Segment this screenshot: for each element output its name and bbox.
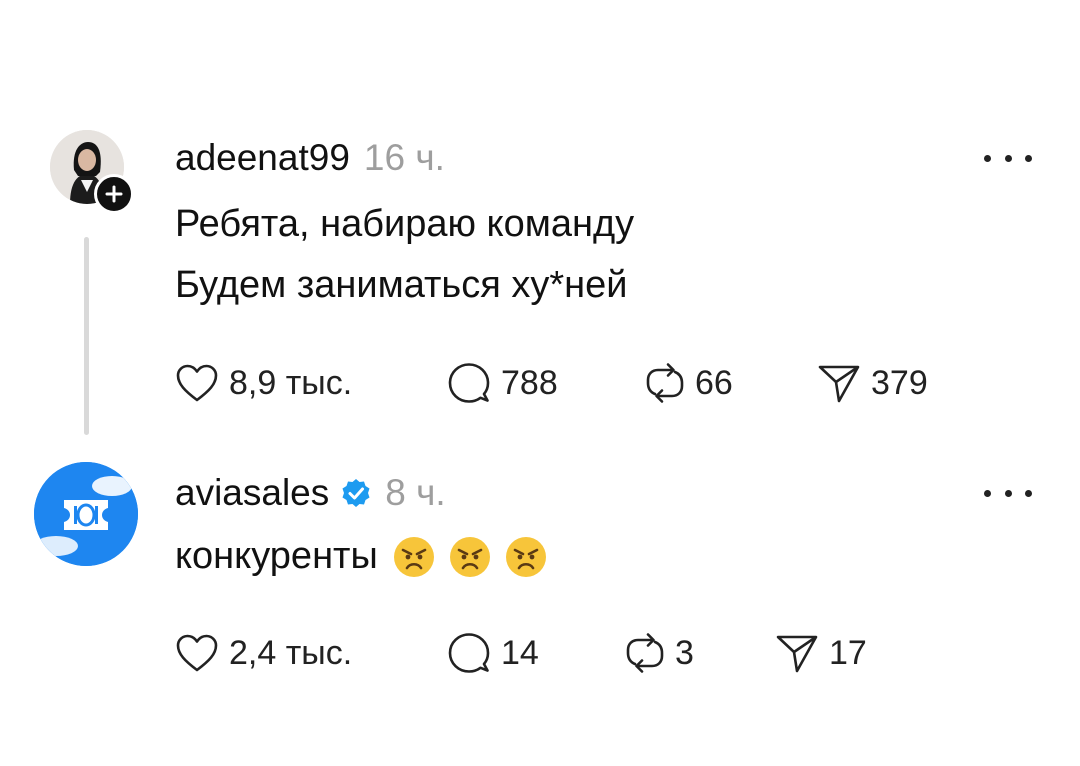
- comment-button[interactable]: 14: [447, 628, 539, 678]
- post-text-body: конкуренты: [175, 535, 378, 577]
- comment-count: 788: [501, 363, 558, 402]
- post-text: конкуренты: [175, 526, 560, 587]
- share-button[interactable]: 379: [817, 358, 928, 408]
- angry-face-icon: [505, 536, 546, 577]
- avatar[interactable]: [34, 462, 138, 566]
- more-options-button[interactable]: [984, 148, 1032, 168]
- heart-icon: [176, 364, 218, 402]
- like-button[interactable]: 8,9 тыс.: [175, 358, 352, 408]
- username[interactable]: aviasales: [175, 472, 329, 514]
- username[interactable]: adeenat99: [175, 137, 350, 179]
- send-icon: [818, 365, 860, 403]
- ticket-logo-icon: [34, 462, 138, 566]
- repost-button[interactable]: 66: [645, 358, 733, 408]
- share-button[interactable]: 17: [775, 628, 867, 678]
- post-actions: 8,9 тыс. 788 66 379: [175, 358, 975, 408]
- repost-count: 66: [695, 363, 733, 402]
- send-icon: [776, 635, 818, 673]
- repost-count: 3: [675, 633, 694, 672]
- like-count: 2,4 тыс.: [229, 633, 353, 672]
- more-dot-icon: [1004, 489, 1012, 497]
- like-count: 8,9 тыс.: [229, 363, 353, 402]
- more-dot-icon: [1025, 154, 1032, 162]
- repost-icon: [626, 633, 664, 673]
- repost-icon: [646, 363, 684, 403]
- verified-badge-icon: [341, 478, 371, 508]
- angry-face-icon: [393, 536, 434, 577]
- post-text: Ребята, набираю команду Будем заниматься…: [175, 203, 635, 306]
- share-count: 17: [829, 633, 867, 672]
- angry-face-icon: [449, 536, 490, 577]
- like-button[interactable]: 2,4 тыс.: [175, 628, 352, 678]
- follow-button[interactable]: [94, 174, 134, 214]
- comment-button[interactable]: 788: [447, 358, 558, 408]
- thread-line: [84, 237, 89, 435]
- timestamp: 16 ч.: [363, 137, 445, 178]
- repost-button[interactable]: 3: [625, 628, 694, 678]
- comment-count: 14: [501, 633, 539, 672]
- post-header: adeenat99 16 ч.: [175, 133, 445, 183]
- more-dot-icon: [984, 489, 991, 497]
- share-count: 379: [871, 363, 928, 402]
- comment-bubble-icon: [448, 633, 490, 673]
- post-actions: 2,4 тыс. 14 3 17: [175, 628, 975, 678]
- post-aviasales: aviasales 8 ч. конкуренты 2,4 тыс. 14 3 …: [0, 462, 1080, 722]
- emoji-row: [392, 535, 560, 579]
- comment-bubble-icon: [448, 363, 490, 403]
- more-dot-icon: [1025, 489, 1032, 497]
- post-adeenat99: adeenat99 16 ч. Ребята, набираю команду …: [0, 125, 1080, 455]
- more-dot-icon: [1004, 154, 1012, 162]
- plus-icon: [105, 185, 123, 203]
- heart-icon: [176, 634, 218, 672]
- more-dot-icon: [984, 154, 991, 162]
- post-header: aviasales 8 ч.: [175, 468, 446, 518]
- timestamp: 8 ч.: [385, 472, 446, 513]
- more-options-button[interactable]: [984, 483, 1032, 503]
